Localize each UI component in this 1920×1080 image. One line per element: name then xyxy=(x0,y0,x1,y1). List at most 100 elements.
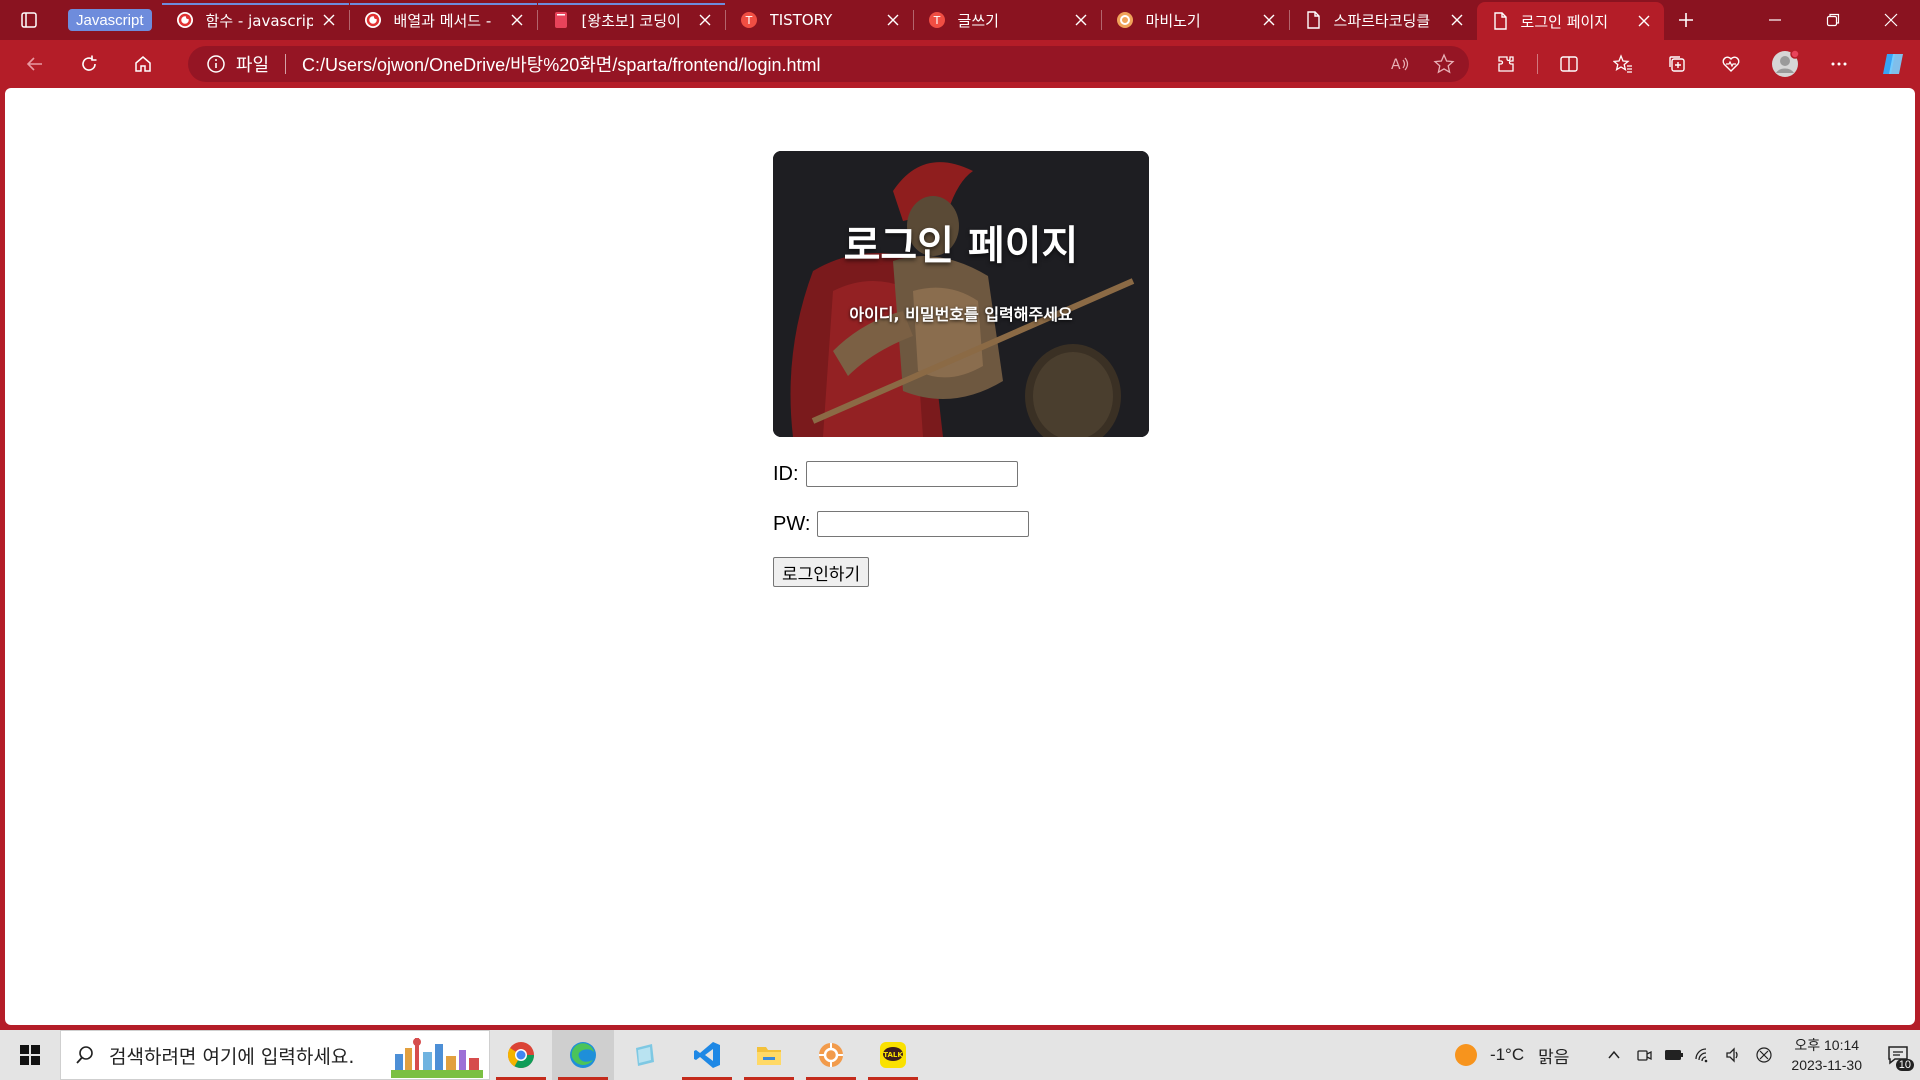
taskbar-file-explorer[interactable] xyxy=(738,1030,800,1080)
tab-login-page[interactable]: 로그인 페이지 xyxy=(1476,2,1664,40)
tab-actions-icon[interactable] xyxy=(0,0,58,40)
tab-title: 스파르타코딩클 xyxy=(1333,11,1431,30)
tab-tistory[interactable]: T TISTORY xyxy=(726,0,913,40)
pw-field-row: PW: xyxy=(773,511,1149,537)
taskbar-chrome[interactable] xyxy=(490,1030,552,1080)
clock-date: 2023-11-30 xyxy=(1791,1057,1862,1073)
id-input[interactable] xyxy=(805,461,1018,487)
login-banner: 로그인 페이지 아이디, 비밀번호를 입력해주세요 xyxy=(773,151,1149,437)
volume-icon[interactable] xyxy=(1719,1030,1749,1080)
tab-array-methods[interactable]: 배열과 메서드 - xyxy=(349,0,537,40)
book-icon xyxy=(552,11,570,29)
weather-condition: 맑음 xyxy=(1538,1047,1570,1068)
tab-title: 배열과 메서드 - xyxy=(393,11,492,30)
weather-temperature: -1°C xyxy=(1489,1045,1525,1064)
browser-essentials-icon[interactable] xyxy=(1704,44,1758,84)
id-label: ID: xyxy=(773,462,799,485)
tab-sparta-coding[interactable]: 스파르타코딩클 xyxy=(1290,0,1477,40)
taskbar-clock[interactable]: 오후 10:14 2023-11-30 xyxy=(1791,1035,1862,1075)
address-divider xyxy=(285,54,287,74)
close-icon[interactable] xyxy=(1073,12,1089,28)
pw-label: PW: xyxy=(773,512,811,535)
pw-input[interactable] xyxy=(817,511,1030,537)
chrome-icon xyxy=(506,1040,536,1070)
collections-icon[interactable] xyxy=(1650,44,1704,84)
close-icon[interactable] xyxy=(1636,13,1652,29)
minimize-icon[interactable] xyxy=(1746,0,1804,40)
taskbar-search[interactable]: 검색하려면 여기에 입력하세요. xyxy=(60,1030,490,1080)
split-screen-icon[interactable] xyxy=(1542,44,1596,84)
close-icon[interactable] xyxy=(509,12,525,28)
velog-icon xyxy=(364,11,382,29)
refresh-icon[interactable] xyxy=(62,44,116,84)
tab-title: TISTORY xyxy=(769,11,833,29)
new-tab-icon[interactable] xyxy=(1664,0,1708,40)
svg-text:T: T xyxy=(932,14,940,27)
browser-title-bar: Javascript 함수 - javascript 배열과 메서드 - [왕초… xyxy=(0,0,1920,40)
close-icon[interactable] xyxy=(885,12,901,28)
clock-time: 오후 10:14 xyxy=(1794,1037,1860,1053)
weather-widget[interactable]: -1°C 맑음 xyxy=(1454,1043,1569,1068)
close-window-icon[interactable] xyxy=(1862,0,1920,40)
tab-write-post[interactable]: T 글쓰기 xyxy=(914,0,1101,40)
close-icon[interactable] xyxy=(697,12,713,28)
login-container: 로그인 페이지 아이디, 비밀번호를 입력해주세요 ID: PW: 로그인하기 xyxy=(773,151,1149,587)
site-info-label: 파일 xyxy=(235,55,270,76)
velog-icon xyxy=(176,11,194,29)
page-title: 로그인 페이지 xyxy=(843,223,1079,269)
more-options-icon[interactable] xyxy=(1812,44,1866,84)
mic-muted-icon[interactable] xyxy=(1749,1030,1779,1080)
copilot-icon[interactable] xyxy=(1866,44,1920,84)
tab-title: 글쓰기 xyxy=(957,11,999,30)
taskbar-edge[interactable] xyxy=(552,1030,614,1080)
close-icon[interactable] xyxy=(321,12,337,28)
login-button[interactable]: 로그인하기 xyxy=(773,557,870,587)
favorite-star-icon[interactable] xyxy=(1433,53,1455,75)
page-subtitle: 아이디, 비밀번호를 입력해주세요 xyxy=(849,305,1073,324)
windows-taskbar: 검색하려면 여기에 입력하세요. TALK -1°C 맑음 오후 10:14 2… xyxy=(0,1030,1920,1080)
tab-mabinogi[interactable]: 마비노기 xyxy=(1102,0,1289,40)
restore-icon[interactable] xyxy=(1804,0,1862,40)
sun-icon xyxy=(1454,1043,1478,1067)
window-controls xyxy=(1746,0,1920,40)
taskbar-kakaotalk[interactable]: TALK xyxy=(862,1030,924,1080)
meet-now-icon[interactable] xyxy=(1629,1030,1659,1080)
battery-icon[interactable] xyxy=(1659,1030,1689,1080)
tab-title: 마비노기 xyxy=(1145,11,1201,30)
tab-title: 로그인 페이지 xyxy=(1520,12,1609,31)
favorites-icon[interactable] xyxy=(1596,44,1650,84)
wifi-icon[interactable] xyxy=(1689,1030,1719,1080)
taskbar-vscode[interactable] xyxy=(676,1030,738,1080)
home-icon[interactable] xyxy=(116,44,170,84)
notification-center-icon[interactable]: 10 xyxy=(1876,1030,1920,1080)
tab-group-label[interactable]: Javascript xyxy=(68,9,152,31)
back-arrow-icon[interactable] xyxy=(8,44,62,84)
city-skyline-icon xyxy=(391,1038,483,1078)
profile-avatar-icon[interactable] xyxy=(1758,44,1812,84)
address-bar[interactable]: 파일 C:/Users/ojwon/OneDrive/바탕%20화면/spart… xyxy=(187,46,1470,82)
mabinogi-icon xyxy=(1116,11,1134,29)
browser-toolbar: 파일 C:/Users/ojwon/OneDrive/바탕%20화면/spart… xyxy=(0,40,1920,88)
page-icon xyxy=(1304,11,1322,29)
tistory-icon: T xyxy=(928,11,946,29)
read-aloud-icon[interactable]: A xyxy=(1389,53,1411,75)
info-icon xyxy=(206,54,226,74)
tab-title: [왕초보] 코딩이 xyxy=(581,11,681,30)
taskbar-mabinogi[interactable] xyxy=(800,1030,862,1080)
system-tray: -1°C 맑음 오후 10:14 2023-11-30 10 xyxy=(1454,1030,1920,1080)
svg-text:A: A xyxy=(1391,57,1401,73)
close-icon[interactable] xyxy=(1261,12,1277,28)
url-text[interactable]: C:/Users/ojwon/OneDrive/바탕%20화면/sparta/f… xyxy=(302,51,1389,77)
close-icon[interactable] xyxy=(1449,12,1465,28)
site-info-button[interactable]: 파일 xyxy=(206,51,269,77)
tab-strip: Javascript 함수 - javascript 배열과 메서드 - [왕초… xyxy=(58,0,1708,40)
taskbar-notes[interactable] xyxy=(614,1030,676,1080)
chevron-up-icon[interactable] xyxy=(1599,1030,1629,1080)
extensions-icon[interactable] xyxy=(1479,44,1533,84)
kakaotalk-icon: TALK xyxy=(878,1040,908,1070)
tab-beginner-coding[interactable]: [왕초보] 코딩이 xyxy=(537,0,725,40)
windows-start-icon[interactable] xyxy=(0,1030,60,1080)
tab-title: 함수 - javascript xyxy=(205,11,313,30)
tab-function-javascript[interactable]: 함수 - javascript xyxy=(161,0,349,40)
notification-count-badge: 10 xyxy=(1895,1059,1914,1071)
